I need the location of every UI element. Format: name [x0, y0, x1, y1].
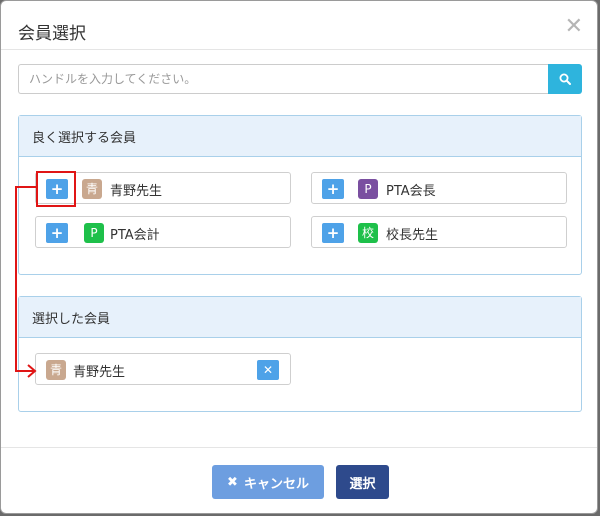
- member-badge: 校: [358, 223, 378, 243]
- member-name: PTA会計: [110, 228, 160, 243]
- modal-header: 会員選択 ✕: [1, 1, 597, 50]
- close-icon: ✖: [227, 474, 238, 490]
- remove-member-button[interactable]: ✕: [257, 360, 279, 380]
- cancel-button[interactable]: ✖ キャンセル: [212, 465, 324, 499]
- member-item: + P PTA会長: [311, 172, 567, 204]
- member-item: + P PTA会計: [35, 216, 291, 248]
- frequent-members-heading: 良く選択する会員: [19, 116, 581, 157]
- selected-member-item: 青 青野先生 ✕: [35, 353, 291, 385]
- member-item: + 校 校長先生: [311, 216, 567, 248]
- close-icon[interactable]: ✕: [565, 14, 583, 39]
- member-badge: P: [84, 223, 104, 243]
- member-name: PTA会長: [386, 184, 436, 199]
- search-button[interactable]: [548, 64, 582, 94]
- frequent-members-panel: 良く選択する会員 + 青 青野先生 + P PTA会長 + P PTA会計 + …: [18, 115, 582, 275]
- member-badge: 青: [82, 179, 102, 199]
- modal-footer: ✖ キャンセル 選択: [1, 447, 597, 513]
- select-button-label: 選択: [349, 476, 376, 492]
- selected-members-panel: 選択した会員 青 青野先生 ✕: [18, 296, 582, 412]
- member-name: 青野先生: [110, 184, 163, 199]
- cancel-button-label: キャンセル: [243, 476, 309, 492]
- search-input[interactable]: [18, 64, 548, 94]
- member-badge: P: [358, 179, 378, 199]
- add-member-button[interactable]: +: [322, 179, 344, 199]
- selected-members-heading: 選択した会員: [19, 297, 581, 338]
- search-icon: [559, 73, 571, 85]
- annotation-arrow-icon: [15, 186, 37, 378]
- member-select-modal: 会員選択 ✕ 良く選択する会員 + 青 青野先生 + P PTA会長 + P P…: [0, 0, 598, 514]
- member-name: 青野先生: [73, 365, 126, 380]
- modal-title: 会員選択: [18, 24, 86, 44]
- add-member-button[interactable]: +: [322, 223, 344, 243]
- member-name: 校長先生: [386, 228, 439, 243]
- search-bar: [18, 64, 582, 94]
- select-button[interactable]: 選択: [336, 465, 389, 499]
